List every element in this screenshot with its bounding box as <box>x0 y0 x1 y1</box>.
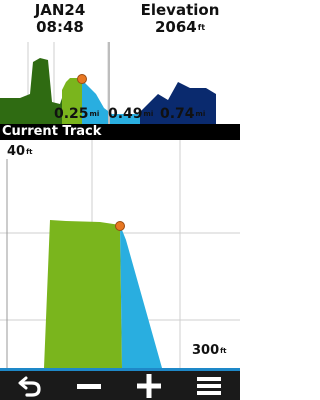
track-profile-graphic <box>0 140 240 368</box>
distance-value-3: 0.74 <box>160 106 195 122</box>
time-value: 08:48 <box>36 18 84 36</box>
minus-icon <box>77 383 101 389</box>
y-scale-value: 40 <box>7 144 26 159</box>
zoom-in-button[interactable] <box>124 371 174 400</box>
distance-label-3: 0.74mi <box>160 106 205 122</box>
plus-icon <box>137 373 161 398</box>
back-arrow-icon <box>18 376 41 397</box>
distance-unit-1: mi <box>89 110 100 118</box>
status-header: JAN24 08:48 Elevation 2064ft <box>0 0 240 42</box>
date-value: JAN24 <box>34 1 86 19</box>
elevation-value: 2064 <box>154 18 197 36</box>
distance-label-1: 0.25mi <box>54 106 99 122</box>
position-marker <box>77 74 87 84</box>
track-title: Current Track <box>2 124 102 139</box>
distance-unit-3: mi <box>195 110 206 118</box>
elevation-title: Elevation <box>140 1 220 19</box>
y-scale-label: 40ft <box>6 145 34 159</box>
x-scale-label: 300ft <box>191 344 228 358</box>
distance-value-2: 0.49 <box>108 106 143 122</box>
track-position-marker <box>115 221 125 231</box>
elevation-unit: ft <box>197 23 206 32</box>
distance-unit-2: mi <box>143 110 154 118</box>
y-scale-unit: ft <box>26 148 33 156</box>
zoom-out-button[interactable] <box>64 371 114 400</box>
back-button[interactable] <box>6 371 56 400</box>
track-title-bar: Current Track <box>0 124 240 140</box>
menu-button[interactable] <box>184 371 234 400</box>
x-scale-value: 300 <box>192 343 220 358</box>
current-track-plot[interactable]: 40ft 300ft <box>0 140 240 368</box>
distance-label-2: 0.49mi <box>108 106 153 122</box>
bottom-toolbar <box>0 368 240 400</box>
elevation-field[interactable]: Elevation 2064ft <box>140 2 220 36</box>
distance-value-1: 0.25 <box>54 106 89 122</box>
x-scale-unit: ft <box>220 347 227 355</box>
menu-icon <box>197 376 221 395</box>
date-time-field[interactable]: JAN24 08:48 <box>20 2 100 36</box>
